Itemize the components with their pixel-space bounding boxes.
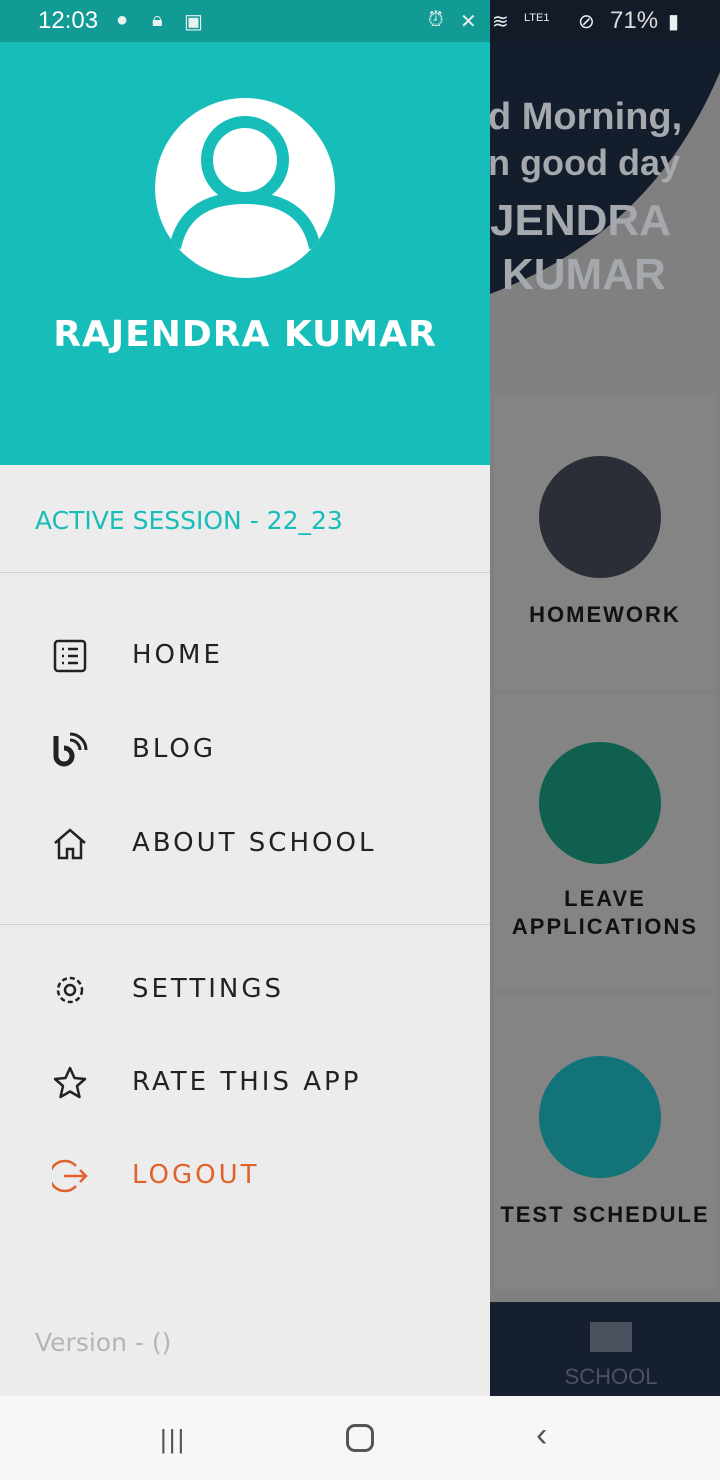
drawer-header: RAJENDRA KUMAR [0, 42, 490, 465]
mute-icon: ✕ [460, 11, 477, 33]
menu-label: HOME [132, 640, 223, 670]
network-label: LTE1 [524, 12, 550, 24]
battery-level: 71% [610, 7, 659, 34]
lock-icon: 🔒︎ [152, 9, 163, 31]
user-name-bg-2: KUMAR [502, 250, 666, 299]
logout-icon [52, 1159, 88, 1193]
blog-icon [53, 732, 88, 767]
star-icon [53, 1066, 87, 1099]
active-session: ACTIVE SESSION - 22_23 [35, 506, 343, 535]
greeting-subtext: n good day [488, 142, 680, 183]
menu-item-settings[interactable]: SETTINGS [0, 950, 490, 1030]
recents-button[interactable]: ||| [160, 1424, 186, 1455]
menu-item-rate-app[interactable]: RATE THIS APP [0, 1043, 490, 1123]
home-icon [54, 828, 86, 860]
battery-icon: ▮ [668, 11, 680, 33]
status-bar: 12:03 ● 🔒︎ ▣ ⏰︎ ✕ ≋ LTE1 ⊘ 71% ▮ [0, 0, 720, 42]
menu-item-about-school[interactable]: ABOUT SCHOOL [0, 804, 490, 884]
image-icon: ▣ [184, 11, 203, 33]
bottom-nav-label: SCHOOL [564, 1364, 658, 1389]
menu-label: BLOG [132, 734, 217, 764]
test-schedule-tile[interactable]: TEST SCHEDULE [494, 994, 716, 1290]
school-icon [590, 1322, 632, 1352]
system-nav-bar: ||| ‹ [0, 1396, 720, 1480]
gear-icon [56, 976, 84, 1004]
document-edit-icon [539, 742, 661, 864]
menu-label: SETTINGS [132, 974, 285, 1004]
version-text: Version - () [35, 1328, 172, 1357]
greeting-text: d Morning, [488, 96, 683, 138]
menu-label: ABOUT SCHOOL [132, 828, 377, 858]
menu-item-logout[interactable]: LOGOUT [0, 1136, 490, 1216]
navigation-drawer: RAJENDRA KUMAR ACTIVE SESSION - 22_23 HO… [0, 42, 490, 1396]
user-name-bg: JENDRA [490, 196, 671, 245]
menu-label: RATE THIS APP [132, 1067, 362, 1097]
divider [0, 924, 490, 925]
account-icon: ● [116, 9, 129, 31]
notebook-icon [539, 456, 661, 578]
bottom-nav-school[interactable]: SCHOOL [490, 1302, 720, 1396]
wifi-icon: ≋ [492, 11, 509, 33]
homework-tile[interactable]: HOMEWORK [494, 394, 716, 690]
back-button[interactable]: ‹ [536, 1416, 547, 1455]
tile-label: TEST SCHEDULE [500, 1202, 710, 1227]
divider [0, 572, 490, 573]
avatar [155, 98, 335, 278]
leave-applications-tile[interactable]: LEAVE APPLICATIONS [494, 694, 716, 990]
status-time: 12:03 [38, 7, 99, 34]
list-icon [53, 639, 87, 673]
calendar-icon [539, 1056, 661, 1178]
user-name: RAJENDRA KUMAR [53, 314, 437, 355]
tile-label: LEAVE [564, 886, 646, 911]
menu-label: LOGOUT [132, 1160, 260, 1190]
tile-label: APPLICATIONS [511, 914, 699, 939]
tile-label: HOMEWORK [529, 602, 681, 627]
dnd-icon: ⊘ [578, 11, 595, 33]
menu-item-home[interactable]: HOME [0, 616, 490, 696]
alarm-icon: ⏰︎ [428, 9, 444, 31]
menu-item-blog[interactable]: BLOG [0, 710, 490, 790]
home-button[interactable] [346, 1424, 374, 1452]
